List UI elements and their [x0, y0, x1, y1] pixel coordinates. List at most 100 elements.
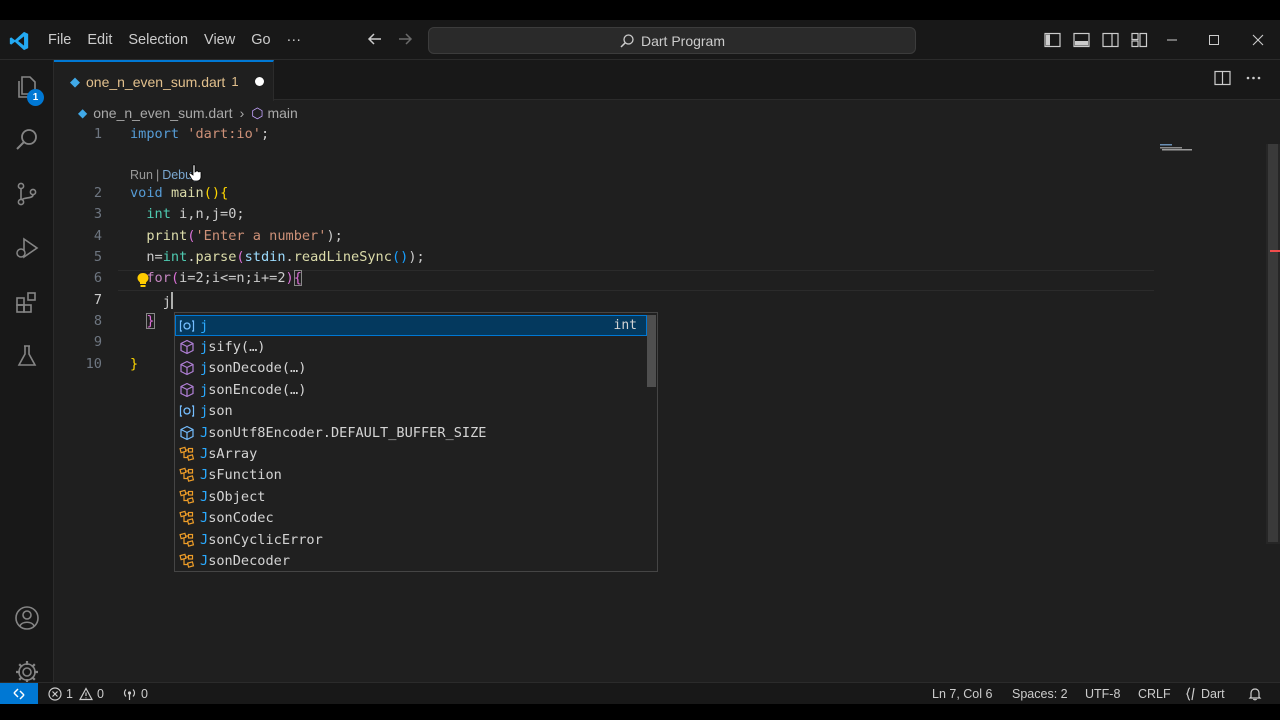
suggestion-item[interactable]: json — [175, 401, 647, 422]
explorer-button[interactable]: 1 — [0, 62, 54, 110]
menu-file[interactable]: File — [40, 20, 79, 60]
suggestion-label: jsify(…) — [200, 339, 266, 356]
explorer-badge: 1 — [27, 89, 44, 106]
forward-arrow-icon[interactable] — [396, 30, 414, 48]
suggestion-item[interactable]: JsonDecoder — [175, 550, 647, 571]
accounts-button[interactable] — [0, 594, 54, 642]
testing-button[interactable] — [0, 332, 54, 380]
broadcast-icon — [123, 689, 136, 700]
search-icon — [16, 129, 37, 150]
bracket: ( — [236, 249, 245, 265]
minimize-button[interactable] — [1150, 20, 1194, 60]
unsaved-dot-icon[interactable] — [254, 77, 264, 86]
bracket: } — [130, 356, 139, 372]
suggestion-item[interactable]: JsonUtf8Encoder.DEFAULT_BUFFER_SIZE — [175, 422, 647, 443]
suggest-scrollbar-thumb[interactable] — [647, 315, 656, 387]
suggestion-label: JsArray — [200, 446, 258, 463]
more-actions-icon[interactable] — [1245, 70, 1262, 86]
menu-go[interactable]: Go — [243, 20, 278, 60]
vscode-logo-icon — [9, 31, 29, 51]
extensions-icon — [16, 292, 36, 313]
maximize-icon — [1209, 35, 1219, 45]
language-mode-status[interactable]: Dart — [1185, 683, 1225, 704]
line-number: 2 — [93, 185, 102, 201]
command-center-label: Dart Program — [640, 32, 726, 49]
close-button[interactable] — [1236, 20, 1280, 60]
flask-icon — [17, 345, 37, 366]
function-call: readLineSync — [293, 249, 392, 265]
encoding-status[interactable]: UTF-8 — [1085, 683, 1120, 704]
toggle-panel-icon[interactable] — [1067, 30, 1096, 50]
symbol-method-icon: ⬡ — [251, 104, 264, 121]
suggestion-item[interactable]: jsonDecode(…) — [175, 358, 647, 379]
symbol-variable-icon — [176, 315, 198, 336]
suggestion-item[interactable]: JsObject — [175, 486, 647, 507]
codelens-run[interactable]: Run — [130, 168, 153, 182]
suggestion-label: jsonDecode(…) — [200, 360, 307, 377]
suggestion-item[interactable]: JsonCyclicError — [175, 529, 647, 550]
cursor-position-text: Ln 7, Col 6 — [932, 687, 993, 701]
cursor-position-status[interactable]: Ln 7, Col 6 — [932, 683, 992, 704]
account-icon — [15, 606, 39, 630]
search-icon — [620, 33, 634, 48]
menu-view[interactable]: View — [196, 20, 243, 60]
suggestion-label: json — [200, 403, 233, 420]
dart-file-icon: ◆ — [70, 73, 80, 89]
title-bar: File Edit Selection View Go ··· Dart Pro… — [0, 20, 1280, 60]
problems-status[interactable]: 1 0 — [48, 683, 104, 704]
string: 'Enter a number' — [195, 228, 327, 244]
suggestion-item[interactable]: j int — [175, 315, 647, 337]
suggestion-item[interactable]: JsArray — [175, 443, 647, 464]
suggestion-label: JsObject — [200, 488, 266, 505]
remote-button[interactable] — [0, 683, 38, 704]
type: int — [146, 206, 171, 222]
function-call: parse — [195, 249, 237, 265]
symbol-class-icon — [176, 529, 198, 550]
notifications-button[interactable] — [1248, 683, 1262, 704]
eol-status[interactable]: CRLF — [1138, 683, 1171, 704]
suggestion-item[interactable]: JsFunction — [175, 465, 647, 486]
menu-selection[interactable]: Selection — [120, 20, 196, 60]
suggestion-item[interactable]: jsify(…) — [175, 336, 647, 357]
tab-one-n-even-sum[interactable]: ◆ one_n_even_sum.dart 1 — [54, 60, 274, 101]
status-bar: 1 0 0 Ln 7, Col 6 Spaces: 2 UTF-8 CRLF D… — [0, 682, 1280, 704]
menu-more[interactable]: ··· — [279, 20, 310, 60]
back-arrow-icon[interactable] — [366, 30, 384, 48]
code-line-6: for(i=2;i<=n;i+=2){ — [130, 270, 302, 286]
line-number: 10 — [85, 356, 102, 372]
code-line-8: } — [130, 313, 155, 329]
keyword: void — [130, 185, 163, 201]
chevron-right-icon: › — [239, 105, 245, 121]
symbol-method-icon — [176, 337, 198, 358]
menu-edit[interactable]: Edit — [79, 20, 120, 60]
bracket: { — [220, 185, 229, 201]
breadcrumb-symbol[interactable]: main — [267, 105, 297, 121]
split-editor-icon[interactable] — [1214, 70, 1231, 86]
run-debug-button[interactable] — [0, 224, 54, 272]
extensions-button[interactable] — [0, 278, 54, 326]
bracket: () — [203, 185, 221, 201]
vertical-scrollbar-thumb[interactable] — [1268, 144, 1278, 542]
warning-icon — [78, 687, 93, 701]
punct: ); — [326, 228, 343, 244]
lightbulb-icon[interactable] — [136, 272, 150, 288]
suggestion-item[interactable]: jsonEncode(…) — [175, 379, 647, 400]
source-control-button[interactable] — [0, 170, 54, 218]
toggle-primary-sidebar-icon[interactable] — [1038, 30, 1067, 50]
function-call: print — [146, 228, 188, 244]
code-text: n= — [146, 249, 163, 265]
ports-status[interactable]: 0 — [122, 683, 148, 704]
maximize-button[interactable] — [1192, 20, 1236, 60]
minimap[interactable] — [1160, 144, 1196, 152]
function-name: main — [170, 185, 204, 201]
bracket: ( — [170, 270, 180, 286]
breadcrumb-file[interactable]: one_n_even_sum.dart — [93, 105, 232, 121]
bracket: () — [391, 249, 409, 265]
suggestion-item[interactable]: JsonCodec — [175, 508, 647, 529]
search-view-button[interactable] — [0, 116, 54, 164]
hand-cursor-icon — [188, 164, 202, 182]
indentation-status[interactable]: Spaces: 2 — [1012, 683, 1068, 704]
toggle-secondary-sidebar-icon[interactable] — [1096, 30, 1125, 50]
braces-icon — [1186, 687, 1195, 701]
command-center-search[interactable]: Dart Program — [428, 27, 916, 54]
